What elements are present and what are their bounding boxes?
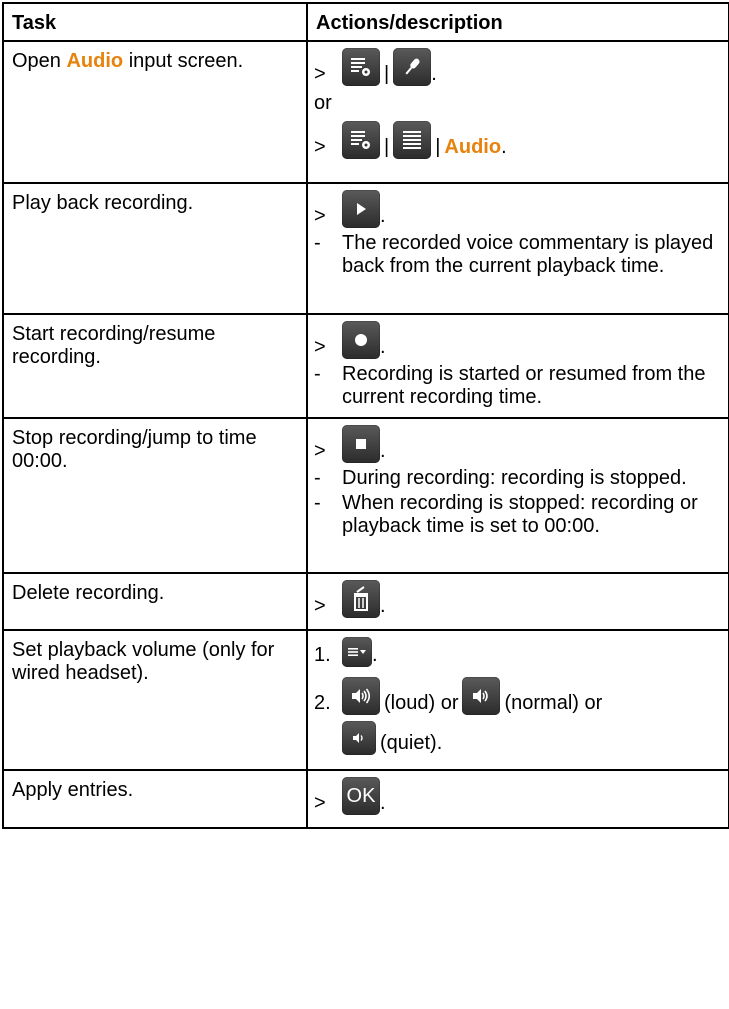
- separator: |: [384, 136, 390, 158]
- actions-cell: > . - During recording: recording is sto…: [306, 417, 729, 574]
- instruction-table: Task Actions/description Open Audio inpu…: [2, 2, 729, 829]
- actions-cell: > . - Recording is started or resumed fr…: [306, 313, 729, 419]
- volume-loud-icon: [352, 688, 371, 704]
- actions-cell: 1. . 2. (loud) or (normal) or (quiet).: [306, 629, 729, 771]
- table-row: Stop recording/jump to time 00:00. > . -…: [2, 417, 729, 574]
- step-marker: >: [314, 595, 326, 617]
- delete-icon: [354, 586, 368, 611]
- step-marker: >: [314, 336, 326, 358]
- period: .: [372, 644, 378, 666]
- period: .: [380, 336, 386, 358]
- bullet-dash: -: [314, 492, 321, 514]
- table-row: Apply entries. > OK .: [2, 769, 729, 829]
- record-button[interactable]: [342, 321, 380, 359]
- volume-normal-label: (normal) or: [504, 692, 603, 714]
- result-text: During recording: recording is stopped.: [342, 467, 687, 489]
- table-row: Start recording/resume recording. > . - …: [2, 313, 729, 419]
- menu-settings-icon: [351, 58, 370, 76]
- ok-button[interactable]: OK: [342, 777, 380, 815]
- dropdown-menu-button[interactable]: [342, 637, 372, 667]
- step-marker: >: [314, 792, 326, 814]
- record-icon: [355, 334, 367, 346]
- bullet-dash: -: [314, 467, 321, 489]
- table-row: Play back recording. > . - The recorded …: [2, 182, 729, 315]
- step-number: 1.: [314, 644, 331, 666]
- task-cell: Play back recording.: [2, 182, 308, 315]
- bullet-dash: -: [314, 232, 321, 254]
- menu-settings-icon: [351, 131, 370, 149]
- task-text-post: input screen.: [123, 50, 244, 72]
- actions-cell: > . - The recorded voice commentary is p…: [306, 182, 729, 315]
- volume-quiet-icon: [353, 733, 363, 743]
- or-text: or: [314, 92, 332, 114]
- list-button[interactable]: [393, 121, 432, 159]
- step-number: 2.: [314, 692, 331, 714]
- result-text: When recording is stopped: recording or …: [342, 492, 698, 537]
- menu-settings-button[interactable]: [342, 121, 380, 159]
- period: .: [380, 792, 386, 814]
- task-cell: Open Audio input screen.: [2, 40, 308, 184]
- task-cell: Apply entries.: [2, 769, 308, 829]
- play-icon: [357, 203, 366, 215]
- header-task: Task: [2, 2, 308, 42]
- header-actions: Actions/description: [306, 2, 729, 42]
- actions-cell: > .: [306, 572, 729, 631]
- table-row: Open Audio input screen. > | . or > | | …: [2, 40, 729, 184]
- audio-keyword: Audio: [66, 50, 124, 72]
- task-cell: Stop recording/jump to time 00:00.: [2, 417, 308, 574]
- stop-button[interactable]: [342, 425, 380, 463]
- task-text-pre: Open: [12, 50, 67, 72]
- actions-cell: > OK .: [306, 769, 729, 829]
- volume-loud-button[interactable]: [342, 677, 380, 715]
- audio-keyword: Audio: [444, 136, 502, 158]
- bullet-dash: -: [314, 363, 321, 385]
- volume-normal-icon: [473, 689, 489, 703]
- microphone-button[interactable]: [393, 48, 432, 86]
- period: .: [380, 205, 386, 227]
- volume-quiet-label: (quiet).: [380, 732, 443, 754]
- step-marker: >: [314, 205, 326, 227]
- menu-settings-button[interactable]: [342, 48, 380, 86]
- microphone-icon: [405, 58, 420, 75]
- step-marker: >: [314, 63, 326, 85]
- task-cell: Set playback volume (only for wired head…: [2, 629, 308, 771]
- list-icon: [403, 131, 422, 149]
- period: .: [431, 63, 437, 85]
- table-row: Set playback volume (only for wired head…: [2, 629, 729, 771]
- result-text: The recorded voice commentary is played …: [342, 232, 714, 277]
- step-marker: >: [314, 440, 326, 462]
- period: .: [501, 136, 507, 158]
- period: .: [380, 440, 386, 462]
- play-button[interactable]: [342, 190, 380, 228]
- delete-button[interactable]: [342, 580, 380, 618]
- table-row: Delete recording. > .: [2, 572, 729, 631]
- period: .: [380, 595, 386, 617]
- step-marker: >: [314, 136, 326, 158]
- ok-label: OK: [346, 784, 376, 807]
- result-text: Recording is started or resumed from the…: [342, 363, 706, 408]
- separator: |: [435, 136, 441, 158]
- separator: |: [384, 63, 390, 85]
- dropdown-menu-icon: [348, 648, 366, 656]
- actions-cell: > | . or > | | Audio .: [306, 40, 729, 184]
- volume-loud-label: (loud) or: [384, 692, 459, 714]
- task-cell: Delete recording.: [2, 572, 308, 631]
- volume-quiet-button[interactable]: [342, 721, 376, 755]
- stop-icon: [356, 439, 366, 449]
- table-header-row: Task Actions/description: [2, 2, 729, 42]
- volume-normal-button[interactable]: [462, 677, 501, 715]
- task-cell: Start recording/resume recording.: [2, 313, 308, 419]
